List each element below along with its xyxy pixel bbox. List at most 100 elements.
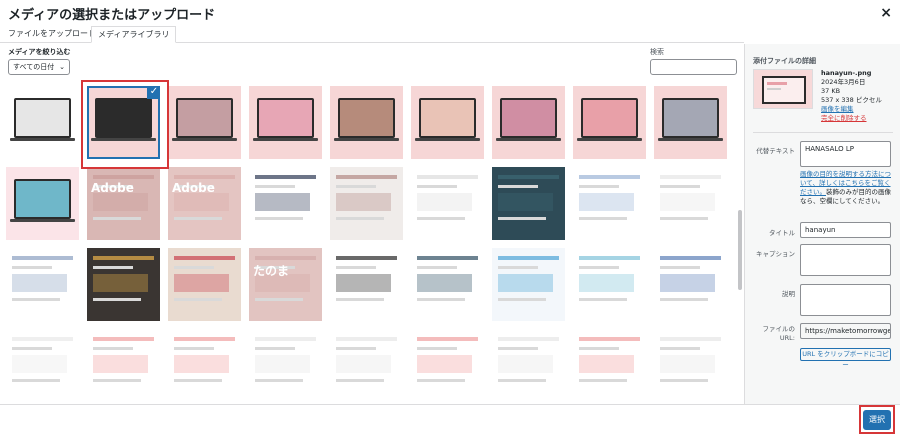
media-thumbnail[interactable] (87, 248, 160, 321)
media-thumbnail[interactable] (573, 167, 646, 240)
alt-text-label: 代替テキスト (756, 147, 795, 155)
caption-label: キャプション (756, 250, 795, 258)
media-thumbnail[interactable] (573, 248, 646, 321)
search-label: 検索 (650, 48, 664, 56)
thumbnail-image (6, 167, 79, 240)
media-thumbnail[interactable] (168, 329, 241, 402)
media-thumbnail[interactable] (330, 329, 403, 402)
media-thumbnail[interactable] (492, 329, 565, 402)
file-url-field[interactable]: https://maketomorrowgen (800, 323, 891, 339)
media-thumbnail[interactable] (654, 86, 727, 159)
divider (753, 132, 893, 133)
alt-text-field[interactable]: HANASALO LP (800, 141, 891, 167)
media-thumbnail[interactable] (87, 329, 160, 402)
thumbnail-image (249, 248, 322, 321)
date-filter-value: すべての日付 (13, 63, 55, 71)
media-thumbnail[interactable] (654, 167, 727, 240)
highlight-select-button (859, 405, 895, 434)
media-thumbnail[interactable] (168, 248, 241, 321)
media-thumbnail[interactable] (6, 167, 79, 240)
title-field[interactable]: hanayun (800, 222, 891, 238)
search-input[interactable] (650, 59, 737, 75)
media-thumbnail[interactable] (573, 86, 646, 159)
thumbnail-image (249, 167, 322, 240)
media-thumbnail[interactable] (6, 86, 79, 159)
thumbnail-image (654, 86, 727, 159)
details-title: 添付ファイルの詳細 (753, 57, 816, 65)
description-field[interactable] (800, 284, 891, 316)
thumbnail-image (6, 329, 79, 402)
thumbnail-caption: たのま (253, 264, 290, 278)
thumbnail-image (168, 329, 241, 402)
thumbnail-image (411, 167, 484, 240)
delete-permanently-link[interactable]: 完全に削除する (821, 114, 882, 123)
thumbnail-image (573, 86, 646, 159)
media-thumbnail[interactable]: たのま (249, 248, 322, 321)
media-thumbnail[interactable] (330, 167, 403, 240)
thumbnail-caption: Adobe (172, 181, 215, 195)
edit-image-link[interactable]: 画像を編集 (821, 105, 882, 114)
media-thumbnail[interactable] (654, 248, 727, 321)
media-thumbnail[interactable] (492, 167, 565, 240)
thumbnail-image (573, 329, 646, 402)
thumbnail-image (654, 167, 727, 240)
alt-text-help: 画像の目的を説明する方法について、詳しくはこちらをご覧ください。装飾のみが目的の… (800, 170, 892, 206)
tab-media-library[interactable]: メディアライブラリ (91, 26, 177, 43)
thumbnail-image (87, 329, 160, 402)
description-label: 説明 (782, 290, 795, 298)
image-dimensions: 537 x 338 ピクセル (821, 96, 882, 104)
thumbnail-image (654, 329, 727, 402)
attachment-meta: hanayun-.png 2024年3月6日 37 KB 537 x 338 ピ… (821, 69, 882, 123)
tab-upload-files[interactable]: ファイルをアップロード (2, 26, 102, 43)
media-thumbnail[interactable]: Adobe (87, 167, 160, 240)
thumbnail-image (6, 86, 79, 159)
thumbnail-image (249, 86, 322, 159)
media-thumbnail[interactable] (6, 329, 79, 402)
upload-date: 2024年3月6日 (821, 78, 866, 86)
media-thumbnail[interactable] (6, 248, 79, 321)
chevron-down-icon: ⌄ (59, 63, 65, 71)
thumbnail-image (330, 167, 403, 240)
thumbnail-image (249, 329, 322, 402)
thumbnail-image (87, 248, 160, 321)
thumbnail-image (87, 167, 160, 240)
file-url-label: ファイルの URL: (762, 325, 796, 342)
media-thumbnail[interactable] (330, 248, 403, 321)
file-name: hanayun-.png (821, 69, 872, 77)
media-thumbnail[interactable] (492, 86, 565, 159)
scrollbar-thumb[interactable] (738, 210, 742, 290)
tab-bar: ファイルをアップロード メディアライブラリ (0, 24, 744, 43)
media-thumbnail[interactable] (654, 329, 727, 402)
media-thumbnail[interactable] (249, 329, 322, 402)
modal-footer (0, 404, 900, 436)
thumbnail-image (573, 248, 646, 321)
attachment-preview (753, 69, 813, 109)
thumbnail-image (492, 329, 565, 402)
title-label: タイトル (769, 229, 795, 237)
media-thumbnail[interactable] (411, 329, 484, 402)
thumbnail-image (330, 329, 403, 402)
close-icon[interactable]: × (880, 5, 892, 21)
thumbnail-image (168, 86, 241, 159)
copy-url-button[interactable]: URL をクリップボードにコピー (800, 348, 891, 369)
media-thumbnail[interactable] (168, 86, 241, 159)
media-thumbnail[interactable] (573, 329, 646, 402)
media-thumbnail[interactable] (249, 86, 322, 159)
media-thumbnail[interactable]: Adobe (168, 167, 241, 240)
thumbnail-image (411, 248, 484, 321)
media-thumbnail[interactable] (330, 86, 403, 159)
thumbnail-image (573, 167, 646, 240)
media-thumbnail[interactable] (249, 167, 322, 240)
filter-label: メディアを絞り込む (8, 48, 71, 56)
date-filter-select[interactable]: すべての日付 ⌄ (8, 59, 70, 75)
media-thumbnail[interactable] (492, 248, 565, 321)
thumbnail-image (6, 248, 79, 321)
media-thumbnail[interactable] (411, 248, 484, 321)
thumbnail-image (492, 167, 565, 240)
caption-field[interactable] (800, 244, 891, 276)
thumbnail-image (330, 248, 403, 321)
media-thumbnail[interactable] (411, 167, 484, 240)
attachment-details-panel: 添付ファイルの詳細 hanayun-.png 2024年3月6日 37 KB 5… (744, 44, 900, 404)
media-thumbnail[interactable] (411, 86, 484, 159)
media-modal: メディアの選択またはアップロード × ファイルをアップロード メディアライブラリ… (0, 0, 900, 436)
